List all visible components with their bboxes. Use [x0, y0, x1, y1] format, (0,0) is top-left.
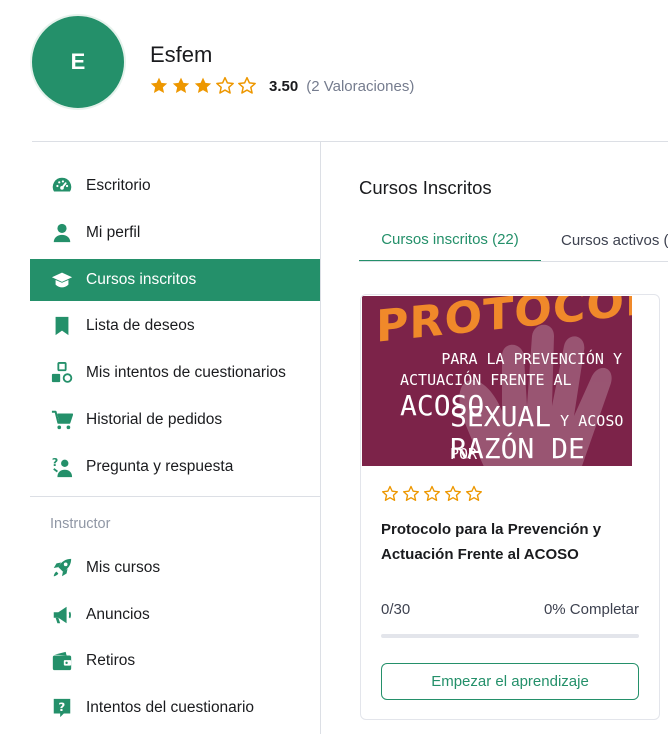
megaphone-icon — [50, 603, 74, 627]
svg-text:?: ? — [52, 456, 58, 469]
progress-percent-label: 0% Completar — [543, 601, 639, 618]
thumb-line-2: PARA LA PREVENCIÓN Y — [441, 350, 622, 368]
sidebar-separator — [30, 495, 320, 497]
dashboard-icon — [50, 174, 74, 198]
sidebar-item-lista-de-deseos[interactable]: Lista de deseos — [30, 305, 320, 347]
course-rating-stars — [381, 485, 483, 503]
course-card: PROTOCOLO PARA LA PREVENCIÓN Y ACTUACIÓN… — [360, 294, 660, 720]
course-thumbnail[interactable]: PROTOCOLO PARA LA PREVENCIÓN Y ACTUACIÓN… — [362, 296, 632, 466]
progress-count: 0/30 — [381, 601, 411, 618]
sidebar-item-label: Lista de deseos — [86, 317, 195, 335]
star-empty-icon — [465, 485, 483, 501]
avatar: E — [30, 14, 126, 110]
profile-rating: 3.50 (2 Valoraciones) — [149, 74, 414, 98]
sidebar-item-label: Historial de pedidos — [86, 410, 223, 428]
sidebar: Escritorio Mi perfil Cursos inscritos Li… — [30, 165, 320, 734]
sidebar-item-label: Mis cursos — [86, 558, 161, 576]
sidebar-item-label: Intentos del cuestionario — [86, 699, 255, 717]
star-filled-icon — [150, 77, 168, 93]
star-filled-icon — [172, 77, 190, 93]
sidebar-item-retiros[interactable]: Retiros — [30, 640, 320, 682]
sidebar-item-label: Mis intentos de cuestionarios — [86, 364, 286, 382]
sidebar-item-mis-cursos[interactable]: Mis cursos — [30, 547, 320, 589]
progress-info: 0/30 0% Completar — [381, 601, 639, 618]
sidebar-item-mi-perfil[interactable]: Mi perfil — [30, 212, 320, 254]
star-empty-icon — [444, 485, 462, 501]
sidebar-item-label: Mi perfil — [86, 223, 141, 241]
thumb-line-4-big: SEXUAL — [450, 400, 552, 433]
sidebar-item-pregunta-respuesta[interactable]: ? Pregunta y respuesta — [30, 446, 320, 488]
course-tabs: Cursos inscritos (22) Cursos activos ( — [359, 218, 668, 262]
star-half-icon — [216, 76, 234, 94]
sidebar-section-instructor: Instructor — [50, 515, 111, 532]
profile-header: E Esfem 3.50 (2 Valoraciones) — [30, 14, 650, 114]
bookmark-icon — [50, 314, 74, 338]
cart-icon — [50, 408, 74, 432]
avatar-initial: E — [70, 49, 86, 74]
star-filled-icon — [194, 77, 212, 93]
sidebar-item-cursos-inscritos[interactable]: Cursos inscritos — [30, 258, 320, 301]
wallet-icon — [50, 649, 74, 673]
sidebar-item-label: Pregunta y respuesta — [86, 457, 234, 475]
sidebar-item-intentos-cuestionarios[interactable]: Mis intentos de cuestionarios — [30, 352, 320, 394]
tab-cursos-activos[interactable]: Cursos activos ( — [561, 218, 668, 261]
graduation-cap-icon — [50, 268, 74, 292]
star-empty-icon — [402, 485, 420, 501]
sidebar-item-escritorio[interactable]: Escritorio — [30, 165, 320, 207]
question-person-icon: ? — [50, 455, 74, 479]
sidebar-item-historial-pedidos[interactable]: Historial de pedidos — [30, 399, 320, 441]
sidebar-item-intentos-del-cuestionario[interactable]: ? Intentos del cuestionario — [30, 687, 320, 729]
sidebar-item-label: Cursos inscritos — [86, 270, 197, 288]
rocket-icon — [50, 556, 74, 580]
thumb-line-3-small: ACTUACIÓN FRENTE AL — [400, 371, 572, 389]
start-learning-button[interactable]: Empezar el aprendizaje — [381, 663, 639, 700]
rating-stars — [149, 76, 257, 96]
sidebar-divider — [320, 141, 321, 734]
thumb-line-5: RAZÓN DE SEXO — [450, 432, 585, 466]
sidebar-item-label: Anuncios — [86, 605, 150, 623]
sidebar-item-label: Escritorio — [86, 177, 151, 194]
tab-cursos-inscritos[interactable]: Cursos inscritos (22) — [359, 218, 541, 261]
profile-name: Esfem — [150, 42, 213, 67]
star-empty-icon — [238, 76, 256, 94]
question-box-icon: ? — [50, 696, 74, 720]
page-title: Cursos Inscritos — [359, 177, 492, 198]
svg-text:?: ? — [58, 700, 65, 714]
quiz-shapes-icon — [50, 361, 74, 385]
user-icon — [50, 221, 74, 245]
sidebar-item-anuncios[interactable]: Anuncios — [30, 594, 320, 636]
star-empty-icon — [423, 485, 441, 501]
header-divider — [32, 141, 668, 142]
rating-average: 3.50 — [269, 77, 299, 95]
course-title[interactable]: Protocolo para la Prevención y Actuación… — [381, 517, 641, 567]
sidebar-item-label: Retiros — [86, 652, 136, 670]
star-empty-icon — [381, 485, 399, 501]
rating-count: (2 Valoraciones) — [306, 77, 415, 95]
progress-bar — [381, 634, 639, 638]
